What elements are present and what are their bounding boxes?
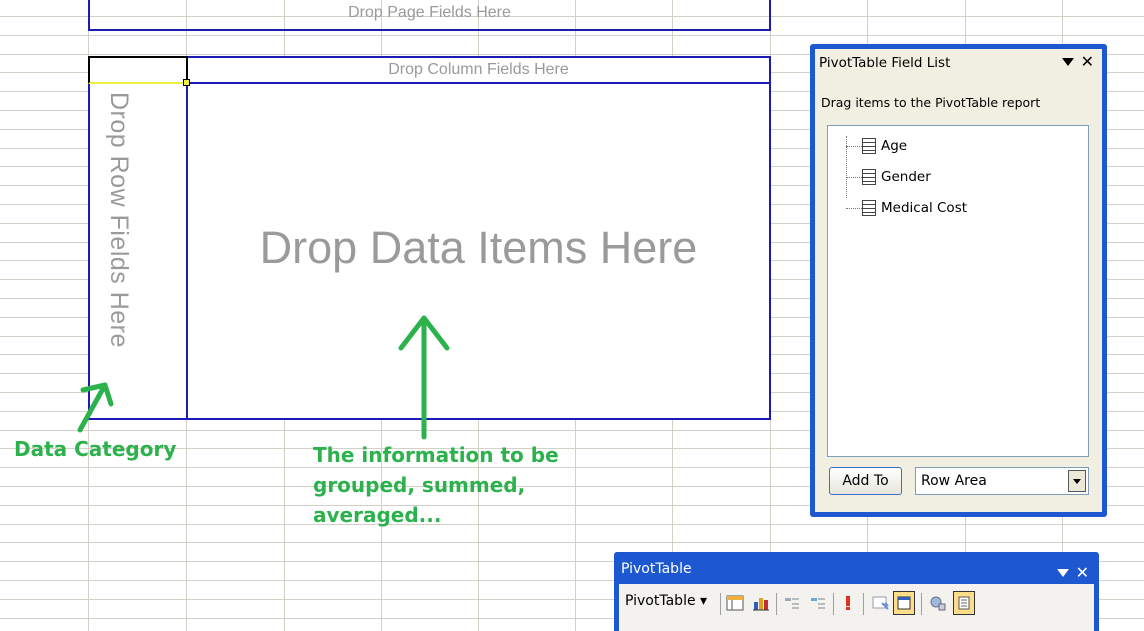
field-icon: [862, 169, 876, 185]
field-list-window[interactable]: PivotTable Field List ✕ Drag items to th…: [810, 44, 1107, 517]
hide-detail-icon[interactable]: [781, 591, 803, 615]
field-label: Gender: [881, 169, 931, 185]
chevron-down-icon[interactable]: [1068, 470, 1086, 492]
add-to-button[interactable]: Add To: [829, 467, 902, 495]
field-icon: [862, 200, 876, 216]
data-items-label: Drop Data Items Here: [259, 222, 698, 273]
close-icon[interactable]: ✕: [1076, 563, 1089, 582]
separator: [776, 593, 777, 615]
field-item-gender[interactable]: Gender: [862, 167, 931, 187]
close-icon[interactable]: ✕: [1081, 52, 1094, 71]
tree-connector: [846, 177, 862, 178]
data-items-drop-zone[interactable]: Drop Data Items Here: [186, 82, 771, 420]
field-list-instruction: Drag items to the PivotTable report: [821, 95, 1041, 110]
toolbar-title: PivotTable: [621, 561, 692, 577]
format-report-icon[interactable]: [724, 591, 746, 615]
tree-connector: [846, 208, 862, 209]
tree-connector: [846, 146, 862, 147]
field-list-body: PivotTable Field List ✕ Drag items to th…: [815, 49, 1102, 512]
always-display-items-icon[interactable]: [953, 591, 975, 615]
toolbar-options-icon[interactable]: [1057, 569, 1069, 577]
field-item-medical-cost[interactable]: Medical Cost: [862, 198, 967, 218]
pivottable-menu-button[interactable]: PivotTable ▾: [625, 593, 707, 609]
row-fields-drop-zone[interactable]: Drop Row Fields Here: [88, 82, 188, 420]
include-hidden-items-icon[interactable]: [869, 591, 891, 615]
information-annotation: The information to be grouped, summed, a…: [313, 443, 559, 527]
area-select-value: Row Area: [921, 473, 987, 489]
chevron-down-icon: ▾: [695, 593, 708, 609]
area-select[interactable]: Row Area: [915, 467, 1089, 495]
separator: [863, 593, 864, 615]
dropdown-arrow-icon[interactable]: [1062, 58, 1074, 66]
field-item-age[interactable]: Age: [862, 136, 907, 156]
show-detail-icon[interactable]: [807, 591, 829, 615]
chart-wizard-icon[interactable]: [750, 591, 772, 615]
active-cell[interactable]: [88, 56, 190, 86]
column-fields-label: Drop Column Fields Here: [388, 61, 569, 78]
field-label: Age: [881, 138, 908, 154]
field-label: Medical Cost: [881, 200, 968, 216]
page-fields-drop-zone[interactable]: Drop Page Fields Here: [88, 0, 771, 31]
row-fields-label: Drop Row Fields Here: [105, 92, 133, 348]
show-field-list-icon[interactable]: [927, 591, 949, 615]
field-tree[interactable]: Age Gender Medical Cost: [827, 125, 1089, 457]
data-category-annotation: Data Category: [14, 437, 177, 461]
toolbar-buttons: PivotTable ▾: [619, 584, 1094, 631]
page-fields-label: Drop Page Fields Here: [348, 3, 511, 21]
field-settings-icon[interactable]: [893, 591, 915, 615]
field-list-title: PivotTable Field List: [819, 55, 951, 71]
pivottable-toolbar[interactable]: PivotTable ✕ PivotTable ▾: [614, 552, 1099, 631]
refresh-icon[interactable]: [837, 591, 859, 615]
separator: [720, 593, 721, 615]
separator: [921, 593, 922, 615]
pivottable-menu-label: PivotTable: [625, 593, 696, 609]
column-fields-drop-zone[interactable]: Drop Column Fields Here: [186, 56, 771, 84]
separator: [833, 593, 834, 615]
field-icon: [862, 138, 876, 154]
